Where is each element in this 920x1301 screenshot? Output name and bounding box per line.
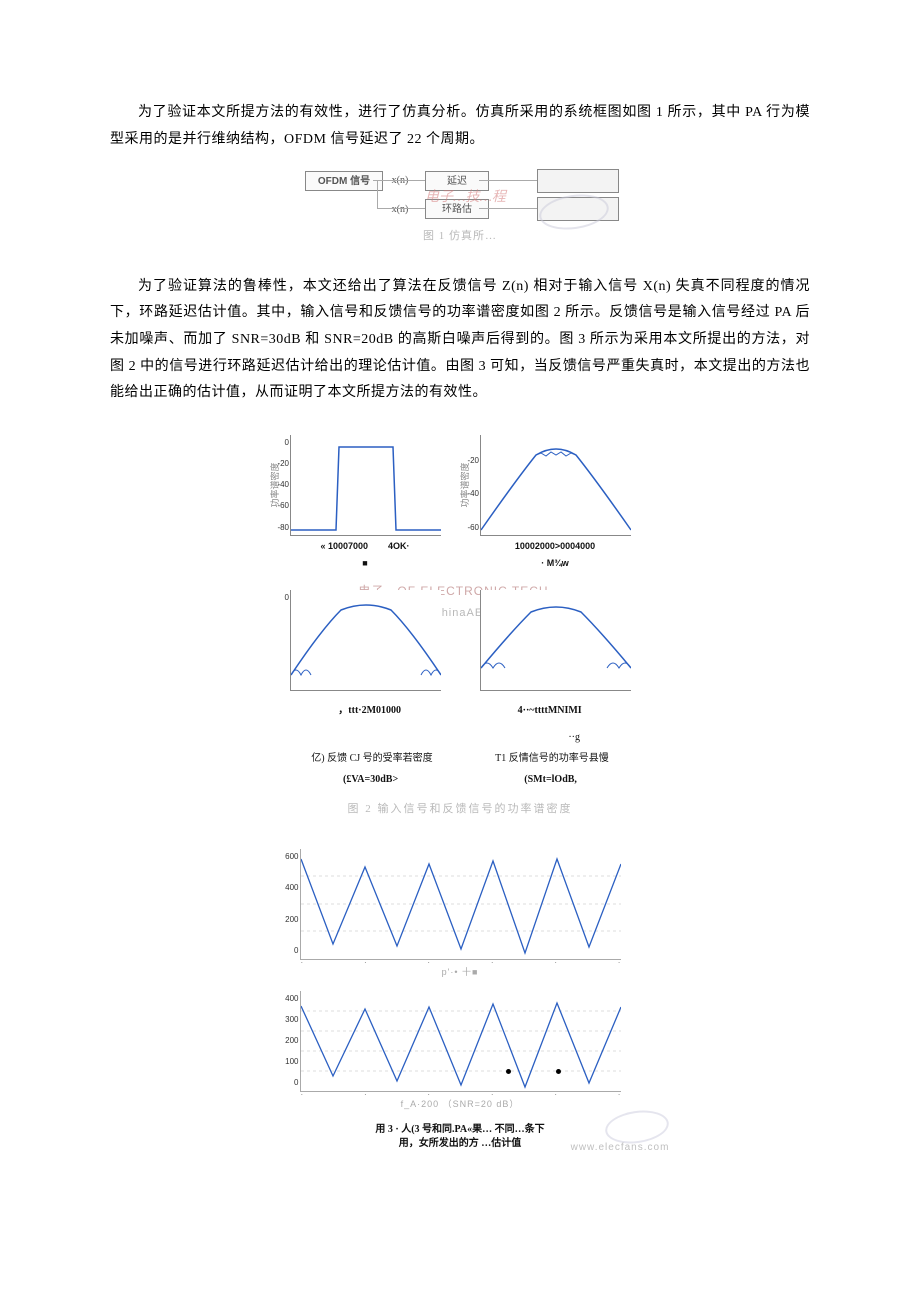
fig2c-xtick: ，ttt·2M01000 (338, 701, 401, 720)
fig3b-marker-2 (556, 1069, 561, 1074)
fig1-label-xn-bottom: x(n) (380, 201, 420, 217)
fig2c-yticks: 0 (269, 590, 289, 690)
fig2c-sub1: 亿) 反馈 CJ 号的受率若密度 (311, 749, 432, 768)
fig3-watermark: www.elecfans.com (545, 1138, 695, 1157)
fig2a-yticks: 0 -20 -40 -60 -80 (269, 435, 289, 535)
fig2a-xtick-r: 4OK· (388, 541, 410, 551)
fig1-caption: 图 1 仿真所… (305, 226, 615, 247)
fig2-plot-c: 0 (290, 590, 440, 693)
fig3b-xticks: ······ (301, 1087, 621, 1102)
fig2b-yticks: -20 -40 -60 (459, 435, 479, 535)
fig1-block-ofdm: OFDM 信号 (305, 171, 383, 191)
fig2d-xtick-extra: ··g (568, 728, 580, 747)
fig2d-sub2: (SMt=lOdB, (524, 770, 577, 789)
fig2-plot-b: 功率谱密度 -20 -40 -60 1000200 (480, 435, 630, 572)
fig3-plot-b: 400 300 200 100 0 (300, 991, 621, 1092)
fig2a-xlabel: ■ (290, 555, 440, 572)
fig1-block-delay: 延迟 (425, 171, 489, 191)
fig2-caption: 图 2 输入信号和反馈信号的功率谱密度 (280, 799, 640, 820)
fig3b-yticks: 400 300 200 100 0 (275, 991, 299, 1091)
figure-2: 功率谱密度 0 -20 -40 -60 -80 « 100 (110, 435, 810, 823)
fig2d-sub1: T1 反情信号的功率号县慢 (495, 749, 609, 768)
fig2b-xtick: 10002000>0004000 (480, 538, 630, 555)
figure-1: OFDM 信号 x(n) 延迟 x(n) 环路估 电子…技…程 图 1 仿真所… (110, 167, 810, 256)
fig3a-yticks: 600 400 200 0 (275, 849, 299, 959)
fig1-block-output-top (537, 169, 619, 193)
fig2d-xtick: 4··~ttttMNIMI (518, 701, 582, 720)
fig2b-xlabel: · M¾w (480, 555, 630, 572)
fig2-plot-a: 功率谱密度 0 -20 -40 -60 -80 « 100 (290, 435, 440, 572)
fig3a-xticks: ······ (301, 955, 621, 970)
fig3-plot-a: 600 400 200 0 ······ (300, 849, 621, 960)
fig2c-sub2: (£VA=30dB> (343, 770, 398, 789)
fig2a-xtick: « 10007000 (320, 541, 368, 551)
paragraph-1: 为了验证本文所提方法的有效性，进行了仿真分析。仿真所采用的系统框图如图 1 所示… (110, 100, 810, 153)
fig3-caption-line1: 用 3 · 人(3 号和同.PA«果… 不同…条下 (285, 1123, 635, 1137)
figure-3: 600 400 200 0 ······ p'·• 十■ (110, 841, 810, 1157)
fig3b-marker-1 (506, 1069, 511, 1074)
fig2-plot-d (480, 590, 630, 693)
paragraph-2: 为了验证算法的鲁棒性，本文还给出了算法在反馈信号 Z(n) 相对于输入信号 X(… (110, 274, 810, 407)
fig1-block-loop: 环路估 (425, 199, 489, 219)
